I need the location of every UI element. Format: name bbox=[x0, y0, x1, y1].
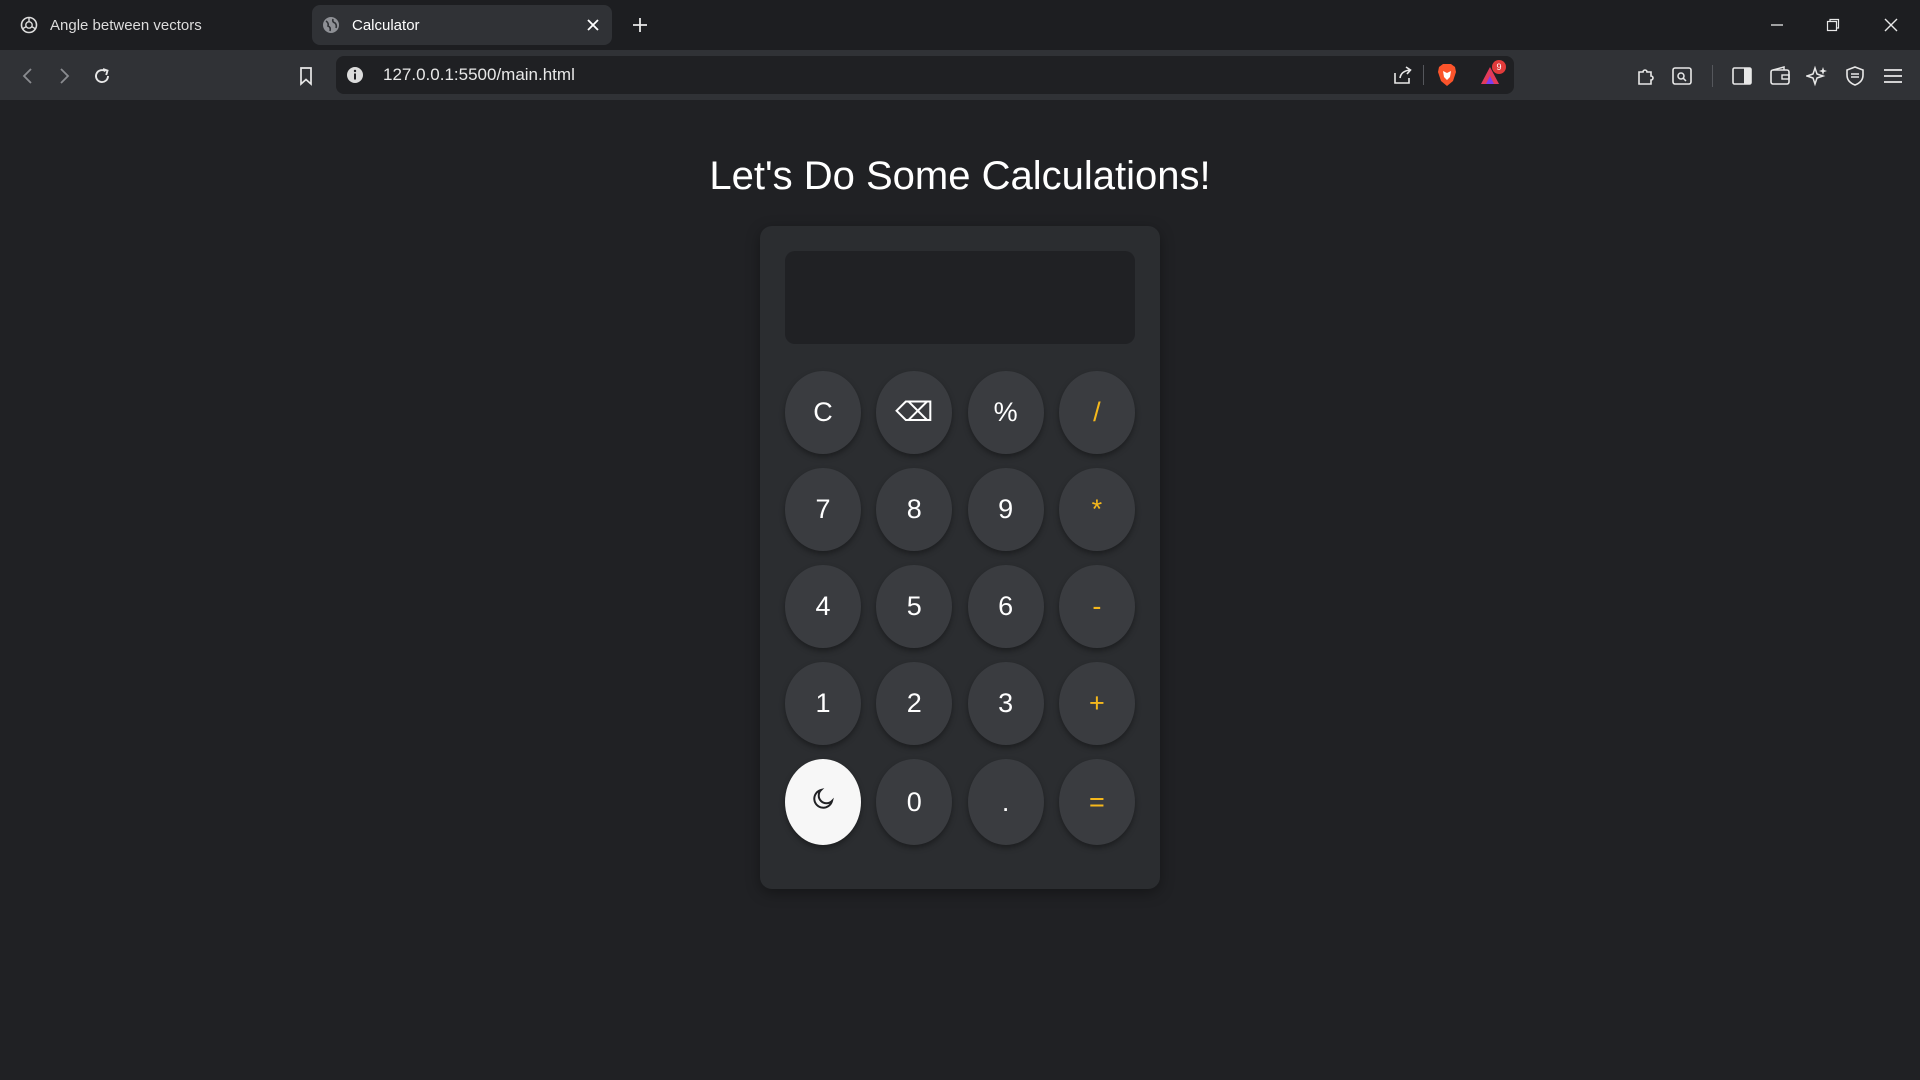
openai-icon bbox=[20, 16, 38, 34]
multiply-button[interactable]: * bbox=[1058, 468, 1135, 551]
add-button[interactable]: + bbox=[1058, 662, 1135, 745]
tab-angle-between-vectors[interactable]: Angle between vectors bbox=[10, 5, 300, 45]
brave-rewards-icon[interactable]: 9 bbox=[1478, 60, 1506, 88]
digit-8-button[interactable]: 8 bbox=[876, 468, 953, 551]
rewards-badge: 9 bbox=[1492, 60, 1506, 74]
percent-button[interactable]: % bbox=[967, 371, 1044, 454]
divider bbox=[1712, 65, 1713, 87]
page-content: Let's Do Some Calculations! C ⌫ % / 7 8 … bbox=[0, 100, 1920, 1080]
bookmark-icon[interactable] bbox=[292, 62, 320, 90]
share-icon[interactable] bbox=[1392, 64, 1414, 86]
minimize-icon[interactable] bbox=[1762, 10, 1792, 40]
menu-icon[interactable] bbox=[1879, 62, 1907, 90]
browser-toolbar: 127.0.0.1:5500/main.html 9 bbox=[0, 50, 1920, 100]
digit-7-button[interactable]: 7 bbox=[785, 468, 861, 551]
digit-4-button[interactable]: 4 bbox=[785, 565, 861, 648]
digit-9-button[interactable]: 9 bbox=[967, 468, 1044, 551]
globe-icon bbox=[322, 16, 340, 34]
close-tab-icon[interactable] bbox=[582, 14, 604, 36]
digit-1-button[interactable]: 1 bbox=[785, 662, 861, 745]
tab-title: Calculator bbox=[352, 16, 420, 34]
new-tab-icon[interactable] bbox=[628, 13, 652, 37]
digit-5-button[interactable]: 5 bbox=[876, 565, 953, 648]
site-info-icon[interactable] bbox=[346, 66, 364, 84]
address-bar[interactable]: 127.0.0.1:5500/main.html 9 bbox=[336, 56, 1514, 94]
subtract-button[interactable]: - bbox=[1058, 565, 1135, 648]
divide-button[interactable]: / bbox=[1058, 371, 1135, 454]
reload-icon[interactable] bbox=[88, 62, 116, 90]
calculator: C ⌫ % / 7 8 9 * 4 5 6 - 1 2 3 + 0 . = bbox=[760, 226, 1160, 889]
backspace-button[interactable]: ⌫ bbox=[876, 371, 953, 454]
forward-icon[interactable] bbox=[50, 62, 78, 90]
leo-ai-icon[interactable] bbox=[1803, 62, 1831, 90]
wallet-icon[interactable] bbox=[1766, 62, 1794, 90]
vpn-shield-icon[interactable] bbox=[1841, 62, 1869, 90]
reader-icon[interactable] bbox=[1668, 62, 1696, 90]
restore-icon[interactable] bbox=[1818, 10, 1848, 40]
keypad: C ⌫ % / 7 8 9 * 4 5 6 - 1 2 3 + 0 . = bbox=[785, 371, 1135, 845]
tab-calculator[interactable]: Calculator bbox=[312, 5, 612, 45]
clear-button[interactable]: C bbox=[785, 371, 861, 454]
back-icon[interactable] bbox=[14, 62, 42, 90]
digit-3-button[interactable]: 3 bbox=[967, 662, 1044, 745]
brave-shields-icon[interactable] bbox=[1436, 63, 1458, 87]
theme-toggle-button[interactable] bbox=[785, 759, 861, 845]
tab-title: Angle between vectors bbox=[50, 16, 202, 34]
decimal-button[interactable]: . bbox=[967, 759, 1044, 845]
digit-6-button[interactable]: 6 bbox=[967, 565, 1044, 648]
extensions-icon[interactable] bbox=[1632, 62, 1660, 90]
tab-bar: Angle between vectors Calculator bbox=[0, 0, 1920, 50]
digit-2-button[interactable]: 2 bbox=[876, 662, 953, 745]
page-title: Let's Do Some Calculations! bbox=[709, 154, 1211, 198]
equals-button[interactable]: = bbox=[1058, 759, 1135, 845]
url-text[interactable]: 127.0.0.1:5500/main.html bbox=[383, 65, 575, 85]
calculator-display bbox=[785, 251, 1135, 344]
sidebar-icon[interactable] bbox=[1728, 62, 1756, 90]
moon-icon bbox=[810, 786, 836, 819]
close-window-icon[interactable] bbox=[1876, 10, 1906, 40]
divider bbox=[1423, 65, 1424, 85]
digit-0-button[interactable]: 0 bbox=[876, 759, 953, 845]
